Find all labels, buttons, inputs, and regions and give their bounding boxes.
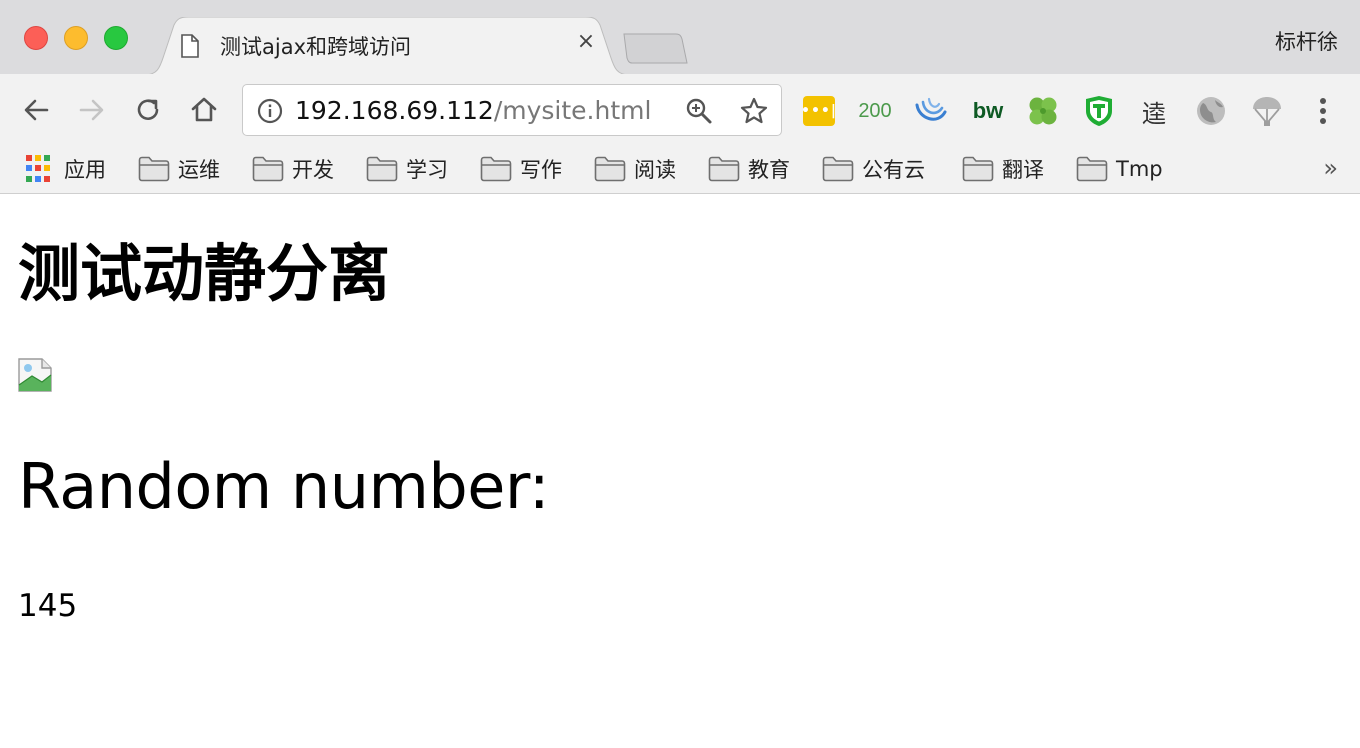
wave-extension-icon[interactable] — [914, 94, 948, 128]
profile-name[interactable]: 标杆徐 — [1275, 26, 1338, 56]
apps-grid-dot — [35, 175, 41, 182]
bookmark-folder-label: 运维 — [178, 158, 220, 182]
zoom-icon[interactable] — [685, 97, 713, 125]
document-icon — [181, 34, 199, 58]
apps-grid-dot — [44, 165, 50, 172]
random-number-value: 145 — [18, 588, 78, 624]
bookmark-folder[interactable]: 开发 — [252, 151, 334, 187]
folder-icon — [1076, 156, 1108, 182]
reload-icon — [137, 99, 159, 120]
page-content: 测试动静分离 Random number: 145 — [0, 195, 1360, 748]
forward-button[interactable] — [74, 92, 110, 128]
back-arrow-icon — [24, 99, 49, 121]
bookmark-folder[interactable]: 公有云 — [822, 151, 925, 187]
window-close-button[interactable] — [24, 26, 48, 50]
apps-grid-dot — [26, 165, 32, 172]
bookmark-apps-label: 应用 — [64, 158, 106, 182]
http-status-label: 200 — [858, 99, 892, 122]
bookmarks-bar: 应用 运维 开发 学习 写作 阅读 教育 公有云 翻译 Tmp » — [0, 146, 1360, 194]
bookmark-folder-label: 公有云 — [862, 158, 925, 182]
folder-icon — [366, 156, 398, 182]
browser-menu-button[interactable] — [1305, 94, 1341, 128]
home-button[interactable] — [186, 92, 222, 128]
tab-active[interactable]: 测试ajax和跨域访问 × — [144, 17, 630, 75]
tab-title: 测试ajax和跨域访问 — [220, 35, 411, 59]
bookmark-folder[interactable]: 学习 — [366, 151, 448, 187]
folder-icon — [594, 156, 626, 182]
url-text[interactable]: 192.168.69.112/mysite.html — [295, 96, 651, 125]
folder-icon — [962, 156, 994, 182]
folder-icon — [138, 156, 170, 182]
info-icon[interactable] — [257, 98, 283, 124]
bookmarks-overflow-button[interactable]: » — [1323, 154, 1338, 182]
bookmark-folder-label: 教育 — [748, 158, 790, 182]
apps-grid-icon — [26, 155, 54, 183]
title-bar: 测试ajax和跨域访问 × 标杆徐 — [0, 0, 1360, 75]
bookmark-folder-label: 写作 — [520, 158, 562, 182]
url-host: 192.168.69.112 — [295, 96, 494, 125]
shield-t-extension-icon[interactable] — [1082, 94, 1116, 128]
home-icon — [191, 97, 217, 122]
bookmark-star-icon[interactable] — [739, 96, 769, 126]
random-number-heading: Random number: — [18, 450, 550, 523]
bookmark-folder[interactable]: 阅读 — [594, 151, 676, 187]
lastpass-extension-icon[interactable]: •••| — [801, 96, 837, 126]
bookmark-folder-label: 开发 — [292, 158, 334, 182]
bw-label: bw — [972, 98, 1004, 123]
folder-icon — [480, 156, 512, 182]
apps-grid-dot — [26, 155, 32, 161]
parachute-extension-icon[interactable] — [1250, 94, 1284, 128]
folder-icon — [252, 156, 284, 182]
folder-icon — [822, 156, 854, 182]
yuan-extension-icon[interactable]: 逵 — [1137, 94, 1171, 128]
bookmark-folder-label: 学习 — [406, 158, 448, 182]
broken-image-icon — [18, 358, 52, 392]
bookmark-folder[interactable]: 运维 — [138, 151, 220, 187]
apps-grid-dot — [44, 175, 50, 182]
address-bar[interactable]: 192.168.69.112/mysite.html — [242, 84, 782, 136]
back-button[interactable] — [18, 92, 54, 128]
yuan-label: 逵 — [1142, 99, 1166, 128]
reload-button[interactable] — [130, 92, 166, 128]
browser-toolbar: 192.168.69.112/mysite.html •••| 200 bw 逵 — [0, 74, 1360, 146]
bookmark-folder[interactable]: 翻译 — [962, 151, 1044, 187]
bookmark-folder[interactable]: 写作 — [480, 151, 562, 187]
window-minimize-button[interactable] — [64, 26, 88, 50]
globe-extension-icon[interactable] — [1194, 94, 1228, 128]
apps-grid-dot — [44, 155, 50, 161]
clover-extension-icon[interactable] — [1026, 94, 1060, 128]
url-path: /mysite.html — [493, 96, 652, 125]
bookmark-folder-label: Tmp — [1116, 157, 1163, 181]
bookmark-folder[interactable]: Tmp — [1076, 151, 1163, 187]
page-heading: 测试动静分离 — [18, 237, 391, 310]
apps-grid-dot — [26, 175, 32, 182]
apps-grid-dot — [35, 155, 41, 161]
forward-arrow-icon — [79, 99, 104, 121]
bookmark-folder[interactable]: 教育 — [708, 151, 790, 187]
lastpass-label: •••| — [801, 103, 837, 119]
window-maximize-button[interactable] — [104, 26, 128, 50]
bookmark-folder-label: 阅读 — [634, 158, 676, 182]
more-vertical-icon — [1320, 98, 1326, 124]
apps-grid-dot — [35, 165, 41, 172]
new-tab-button[interactable] — [620, 33, 690, 65]
http-status-extension-icon[interactable]: 200 — [855, 94, 895, 128]
bw-extension-icon[interactable]: bw — [968, 94, 1008, 128]
bookmark-apps[interactable]: 应用 — [26, 151, 106, 187]
tab-close-icon[interactable]: × — [574, 29, 598, 54]
bookmark-folder-label: 翻译 — [1002, 158, 1044, 182]
folder-icon — [708, 156, 740, 182]
